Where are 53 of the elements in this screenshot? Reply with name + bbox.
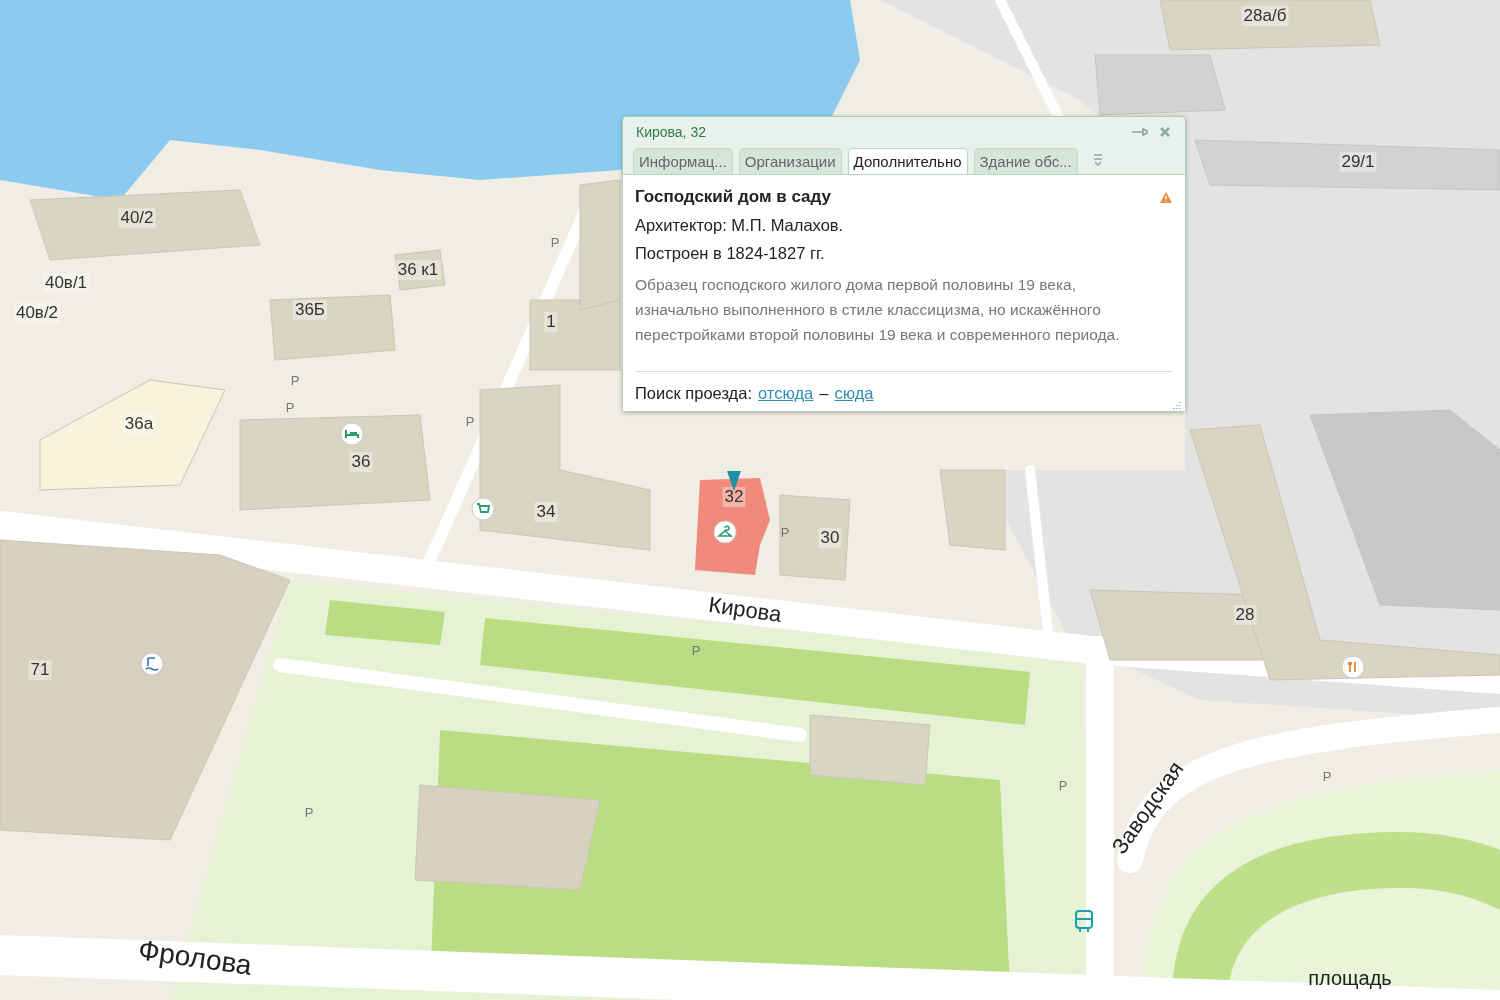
more-tabs-icon[interactable]: [1091, 152, 1104, 166]
building-number: 36Б: [292, 300, 328, 320]
parking-label: P: [550, 234, 560, 250]
building-number: 40в/2: [13, 303, 61, 323]
place-heading: Господский дом в саду: [635, 187, 831, 207]
pool-icon[interactable]: [140, 652, 164, 676]
popup-title: Кирова, 32: [636, 124, 707, 140]
building-number: 30: [818, 528, 842, 548]
restaurant-icon[interactable]: [1341, 655, 1365, 679]
parking-label: P: [1322, 768, 1332, 784]
building-number: 29/1: [1339, 152, 1377, 172]
dash-separator: –: [819, 384, 829, 403]
bus-icon[interactable]: [1073, 908, 1095, 934]
warning-icon[interactable]: [1159, 190, 1173, 204]
info-line: Построен в 1824-1827 гг.: [635, 244, 826, 263]
cart-icon[interactable]: [471, 497, 495, 521]
building-number: 36 к1: [395, 260, 441, 280]
close-icon[interactable]: [1159, 126, 1171, 138]
popup-tab[interactable]: Здание обс...: [973, 148, 1078, 174]
parking-label: P: [1058, 777, 1068, 793]
building-number: 36а: [122, 414, 156, 434]
parking-label: P: [290, 372, 300, 388]
street-name: площадь: [1308, 966, 1392, 990]
map-pin-icon[interactable]: [726, 470, 742, 492]
to-here-link[interactable]: сюда: [834, 384, 874, 403]
parking-label: P: [780, 524, 790, 540]
parking-label: P: [691, 642, 701, 658]
pin-icon[interactable]: [1131, 126, 1149, 138]
popup-tab[interactable]: Информац...: [633, 148, 733, 174]
building: [394, 249, 446, 291]
hanger-icon[interactable]: [713, 520, 737, 544]
building-number: 32: [722, 487, 746, 507]
info-line: Архитектор: М.П. Малахов.: [635, 216, 845, 235]
resize-grip-icon[interactable]: [1172, 401, 1182, 409]
building-number: 28а/б: [1241, 6, 1289, 26]
route-label: Поиск проезда:: [635, 384, 752, 403]
parking-label: P: [304, 804, 314, 820]
description-text: Образец господского жилого дома первой половины 19 века, изначально выполненного в стиле классицизма, но искажённого перестройками второй половины 19 века и современного периода.: [635, 275, 1121, 345]
street-name: Кирова: [706, 592, 784, 628]
popup-tab[interactable]: Дополнительно: [847, 148, 968, 174]
popup-tab[interactable]: Организации: [738, 148, 842, 174]
building-number: 40в/1: [42, 273, 90, 293]
parking-label: P: [285, 399, 295, 415]
parking-label: P: [465, 413, 475, 429]
from-here-link[interactable]: отсюда: [758, 384, 814, 403]
building-number: 1: [544, 312, 558, 332]
hotel-bed-icon[interactable]: [340, 422, 364, 446]
street-name: Фролова: [136, 934, 254, 982]
building-number: 34: [534, 502, 558, 522]
building-number: 36: [349, 452, 373, 472]
building-number: 40/2: [118, 208, 156, 228]
building-number: 28: [1233, 605, 1257, 625]
building-number: 71: [28, 660, 52, 680]
